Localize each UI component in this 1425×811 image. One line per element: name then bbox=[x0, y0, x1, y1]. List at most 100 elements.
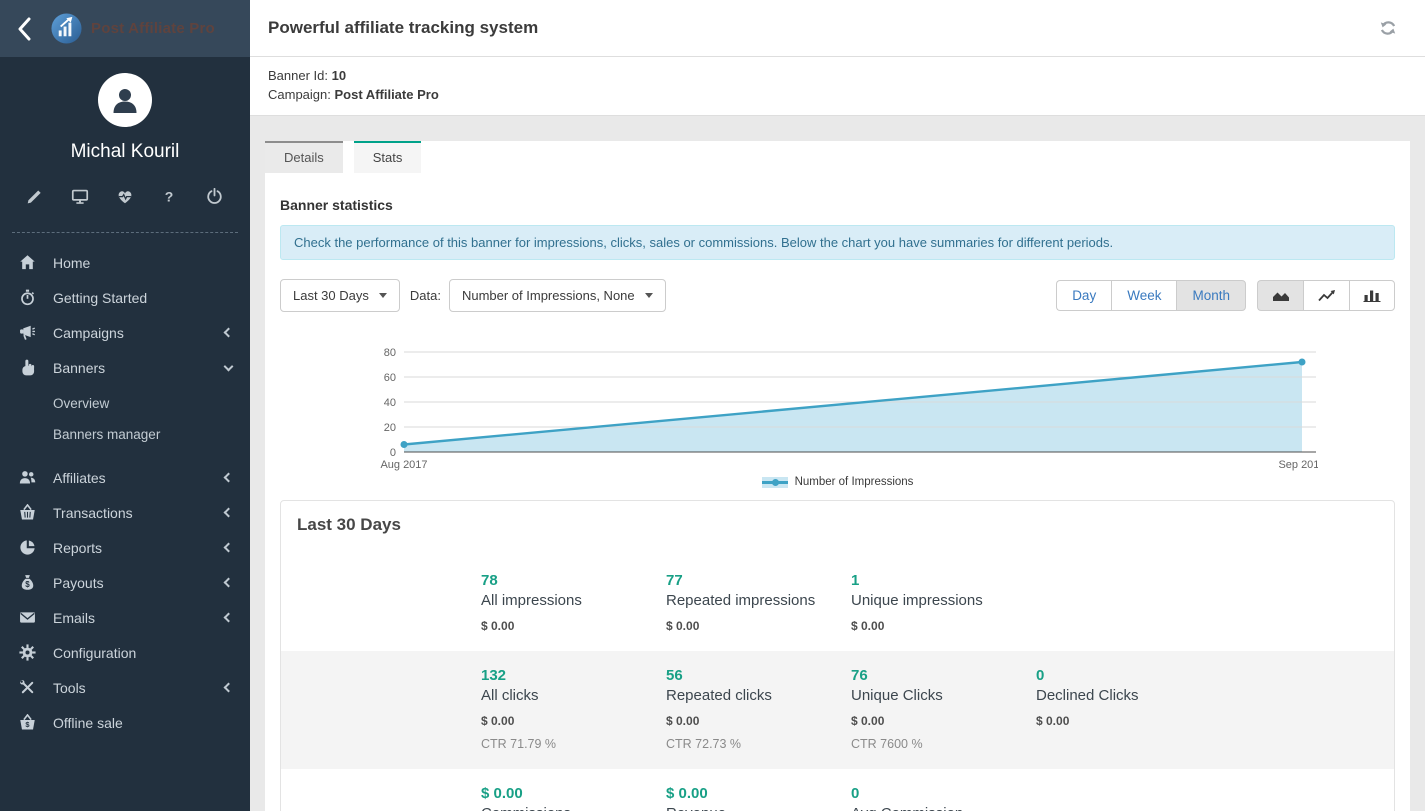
sidebar-item-label: Configuration bbox=[53, 645, 232, 661]
chart-type-line-button[interactable] bbox=[1303, 280, 1349, 311]
sidebar-item-emails[interactable]: Emails bbox=[0, 600, 250, 635]
post-affiliate-pro-logo-icon bbox=[50, 12, 83, 45]
chart-controls: Last 30 Days Data: Number of Impressions… bbox=[280, 279, 1395, 312]
users-icon bbox=[19, 469, 36, 486]
stat-value: 1 bbox=[851, 572, 1036, 589]
sidebar-subitem-banners-manager[interactable]: Banners manager bbox=[0, 419, 250, 450]
pie-chart-icon bbox=[19, 539, 36, 556]
stat-value: 0 bbox=[1036, 667, 1221, 684]
avatar bbox=[98, 73, 152, 127]
sidebar-subitem-label: Banners manager bbox=[53, 427, 160, 442]
banner-info-bar: Banner Id: 10 Campaign: Post Affiliate P… bbox=[250, 57, 1425, 116]
stat-label: Repeated clicks bbox=[666, 687, 851, 704]
chart-legend[interactable]: Number of Impressions bbox=[280, 476, 1395, 488]
sidebar-item-label: Emails bbox=[53, 610, 225, 626]
sidebar-item-label: Banners bbox=[53, 360, 225, 376]
svg-text:0: 0 bbox=[389, 447, 395, 459]
granularity-week-button[interactable]: Week bbox=[1111, 280, 1176, 311]
chevron-down-icon bbox=[224, 361, 234, 371]
user-name: Michal Kouril bbox=[0, 141, 250, 163]
stat-cell: 78 All impressions $ 0.00 bbox=[481, 572, 666, 633]
sidebar-item-label: Reports bbox=[53, 540, 225, 556]
stat-label: Unique Clicks bbox=[851, 687, 1036, 704]
sidebar-item-tools[interactable]: Tools bbox=[0, 670, 250, 705]
screen-sharing-button[interactable] bbox=[71, 188, 89, 206]
sidebar-item-home[interactable]: Home bbox=[0, 245, 250, 280]
granularity-group: Day Week Month bbox=[1056, 280, 1246, 311]
summary-row-clicks: 132 All clicks $ 0.00 CTR 71.79 % 56 Rep… bbox=[281, 651, 1394, 769]
stat-label: All impressions bbox=[481, 592, 666, 609]
pencil-icon bbox=[26, 188, 43, 205]
chevron-left-icon bbox=[224, 683, 234, 693]
svg-text:40: 40 bbox=[383, 397, 395, 409]
sidebar-item-campaigns[interactable]: Campaigns bbox=[0, 315, 250, 350]
help-button[interactable]: ? bbox=[161, 188, 179, 206]
app-window: Post Affiliate Pro Michal Kouril bbox=[0, 0, 1425, 811]
sidebar-subitem-overview[interactable]: Overview bbox=[0, 388, 250, 419]
svg-text:Sep 2017: Sep 2017 bbox=[1278, 459, 1318, 471]
sidebar-item-configuration[interactable]: Configuration bbox=[0, 635, 250, 670]
sidebar-item-payouts[interactable]: $ Payouts bbox=[0, 565, 250, 600]
area-chart-icon bbox=[1272, 289, 1290, 302]
sidebar-item-getting-started[interactable]: Getting Started bbox=[0, 280, 250, 315]
sidebar-item-label: Payouts bbox=[53, 575, 225, 591]
chevron-left-icon bbox=[224, 613, 234, 623]
refresh-button[interactable] bbox=[1379, 19, 1397, 37]
granularity-day-button[interactable]: Day bbox=[1056, 280, 1111, 311]
svg-text:$: $ bbox=[25, 580, 30, 589]
hand-pointer-icon bbox=[19, 359, 36, 376]
stat-money: $ 0.00 bbox=[1036, 714, 1221, 728]
sidebar-divider bbox=[12, 232, 238, 233]
chart-type-bar-button[interactable] bbox=[1349, 280, 1395, 311]
person-icon bbox=[108, 83, 142, 117]
section-heading: Banner statistics bbox=[280, 197, 1395, 213]
refresh-icon bbox=[1379, 19, 1397, 37]
brand-name: Post Affiliate Pro bbox=[91, 20, 215, 37]
data-series-select[interactable]: Number of Impressions, None bbox=[449, 279, 666, 312]
edit-profile-button[interactable] bbox=[26, 188, 44, 206]
brand-logo[interactable]: Post Affiliate Pro bbox=[50, 12, 215, 45]
sidebar-item-banners[interactable]: Banners bbox=[0, 350, 250, 385]
stat-money: $ 0.00 bbox=[851, 714, 1036, 728]
stat-money: $ 0.00 bbox=[666, 714, 851, 728]
tab-bar: Details Stats bbox=[265, 141, 1410, 173]
stat-ctr: CTR 71.79 % bbox=[481, 737, 666, 751]
period-select[interactable]: Last 30 Days bbox=[280, 279, 400, 312]
chart-type-group bbox=[1257, 280, 1395, 311]
sidebar-item-reports[interactable]: Reports bbox=[0, 530, 250, 565]
chevron-left-icon bbox=[224, 473, 234, 483]
money-bag-icon: $ bbox=[19, 574, 36, 591]
power-icon bbox=[206, 188, 223, 205]
envelope-icon bbox=[19, 609, 36, 626]
caret-down-icon bbox=[645, 293, 653, 298]
back-chevron-icon bbox=[16, 17, 32, 41]
logout-button[interactable] bbox=[206, 188, 224, 206]
sidebar-header: Post Affiliate Pro bbox=[0, 0, 250, 57]
svg-text:Aug 2017: Aug 2017 bbox=[380, 459, 427, 471]
campaign-line: Campaign: Post Affiliate Pro bbox=[268, 85, 1407, 104]
stat-money: $ 0.00 bbox=[481, 714, 666, 728]
chevron-left-icon bbox=[224, 578, 234, 588]
system-health-button[interactable] bbox=[116, 188, 134, 206]
profile-toolbar: ? bbox=[0, 163, 250, 228]
data-series-select-value: Number of Impressions, None bbox=[462, 288, 635, 303]
granularity-month-button[interactable]: Month bbox=[1176, 280, 1246, 311]
stat-money: $ 0.00 bbox=[666, 619, 851, 633]
sidebar-item-label: Affiliates bbox=[53, 470, 225, 486]
collapse-sidebar-button[interactable] bbox=[16, 17, 34, 41]
tab-stats[interactable]: Stats bbox=[354, 141, 422, 173]
sidebar-item-transactions[interactable]: Transactions bbox=[0, 495, 250, 530]
sidebar-item-affiliates[interactable]: Affiliates bbox=[0, 460, 250, 495]
sidebar-item-offline-sale[interactable]: $ Offline sale bbox=[0, 705, 250, 740]
stat-label: Unique impressions bbox=[851, 592, 1036, 609]
chart-type-area-button[interactable] bbox=[1257, 280, 1303, 311]
content-card: Details Stats Banner statistics Check th… bbox=[265, 141, 1410, 811]
stat-value: 78 bbox=[481, 572, 666, 589]
legend-label: Number of Impressions bbox=[795, 476, 914, 488]
info-message: Check the performance of this banner for… bbox=[280, 225, 1395, 260]
stat-cell: 0 Declined Clicks $ 0.00 bbox=[1036, 667, 1221, 751]
sidebar-subitem-label: Overview bbox=[53, 396, 109, 411]
tab-details[interactable]: Details bbox=[265, 141, 343, 173]
sidebar-item-label: Tools bbox=[53, 680, 225, 696]
sale-basket-icon: $ bbox=[19, 714, 36, 731]
